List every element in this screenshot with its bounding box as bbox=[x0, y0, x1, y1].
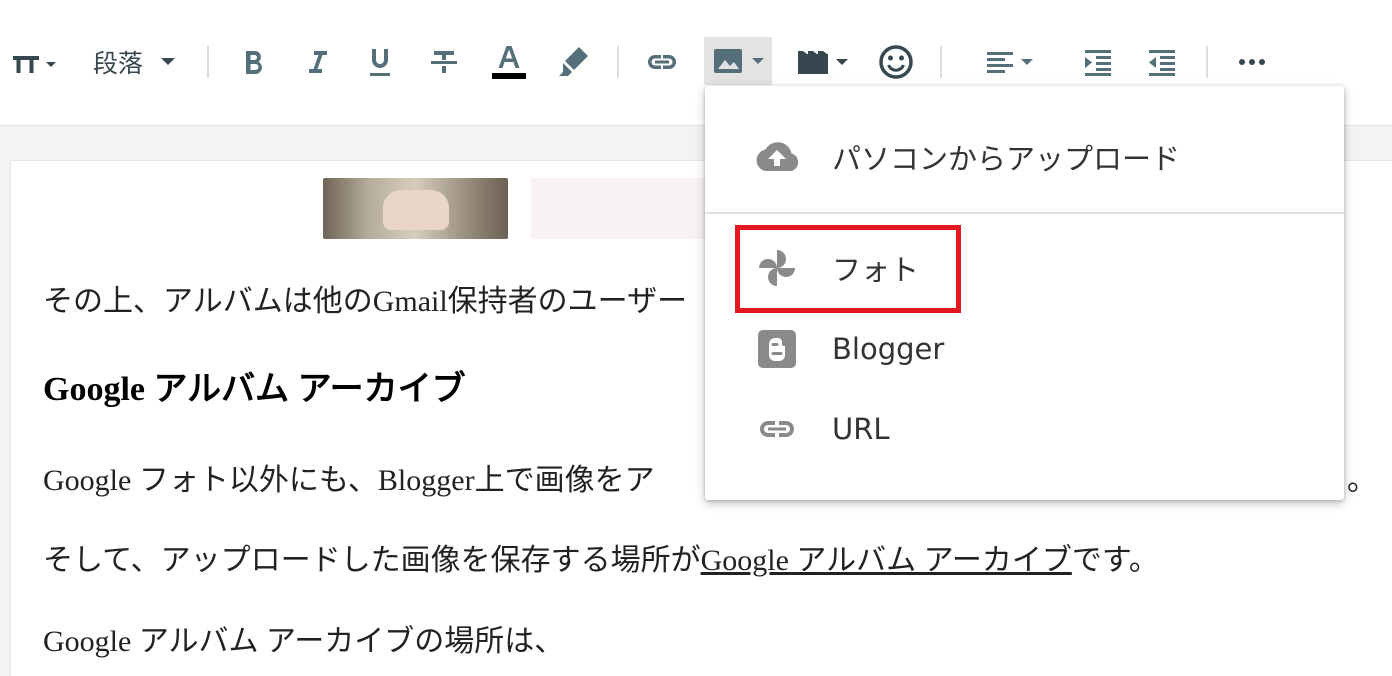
indent-button[interactable] bbox=[1076, 36, 1120, 88]
font-size-button[interactable] bbox=[6, 36, 62, 88]
outdent-button[interactable] bbox=[1140, 36, 1184, 88]
menu-item-label: パソコンからアップロード bbox=[832, 142, 1181, 176]
italic-button[interactable] bbox=[296, 36, 340, 88]
bold-button[interactable] bbox=[232, 36, 276, 88]
align-left-icon bbox=[987, 52, 1013, 73]
insert-image-button[interactable] bbox=[704, 37, 772, 85]
emoji-button[interactable] bbox=[874, 36, 918, 88]
highlight-icon bbox=[559, 47, 588, 76]
insert-video-button[interactable] bbox=[792, 36, 852, 88]
chevron-down-icon bbox=[836, 59, 848, 65]
paragraph: Google アルバム アーカイブの場所は、 bbox=[43, 625, 565, 658]
italic-icon bbox=[309, 51, 327, 73]
paragraph-text: です。 bbox=[1071, 544, 1159, 577]
post-image[interactable] bbox=[323, 178, 508, 239]
font-size-icon bbox=[13, 56, 56, 73]
menu-item-label: URL bbox=[832, 412, 890, 446]
underline-button[interactable] bbox=[358, 36, 402, 88]
alignment-dropdown[interactable] bbox=[976, 36, 1042, 88]
toolbar-divider bbox=[207, 46, 209, 78]
bold-icon bbox=[246, 51, 262, 75]
blogger-icon bbox=[753, 325, 801, 373]
link-icon bbox=[753, 405, 801, 453]
outdent-icon bbox=[1149, 50, 1175, 76]
menu-item-url[interactable]: URL bbox=[705, 394, 1344, 464]
menu-item-blogger[interactable]: Blogger bbox=[705, 314, 1344, 384]
link-button[interactable] bbox=[638, 36, 686, 88]
paragraph-format-dropdown[interactable]: 段落 bbox=[84, 36, 188, 88]
paragraph: その上、アルバムは他のGmail保持者のユーザー bbox=[43, 285, 688, 318]
toolbar-divider bbox=[617, 46, 619, 78]
chevron-down-icon bbox=[1021, 59, 1033, 65]
paragraph-text: そして、アップロードした画像を保存する場所が bbox=[43, 544, 701, 577]
emoji-icon bbox=[879, 45, 913, 79]
chevron-down-icon bbox=[161, 58, 175, 65]
strikethrough-icon bbox=[431, 51, 457, 73]
highlight-annotation-box bbox=[735, 225, 961, 313]
menu-divider bbox=[705, 212, 1344, 214]
cloud-upload-icon bbox=[753, 133, 801, 181]
strikethrough-button[interactable] bbox=[422, 36, 466, 88]
more-options-button[interactable] bbox=[1230, 36, 1274, 88]
paragraph: そして、アップロードした画像を保存する場所がGoogle アルバム アーカイブで… bbox=[43, 535, 1159, 579]
image-icon bbox=[714, 49, 742, 73]
highlight-button[interactable] bbox=[550, 36, 596, 88]
album-archive-link[interactable]: Google アルバム アーカイブ bbox=[701, 544, 1072, 577]
paragraph: Google フォト以外にも、Blogger上で画像をア bbox=[43, 464, 655, 497]
menu-item-label: Blogger bbox=[832, 332, 945, 366]
menu-item-upload-from-computer[interactable]: パソコンからアップロード bbox=[705, 122, 1344, 192]
toolbar-divider bbox=[1206, 46, 1208, 78]
paragraph-format-label: 段落 bbox=[92, 49, 143, 78]
underline-icon bbox=[370, 49, 390, 76]
text-color-button[interactable] bbox=[486, 36, 532, 88]
chevron-down-icon bbox=[752, 58, 764, 64]
more-icon bbox=[1239, 59, 1265, 65]
paragraph-tail: 。 bbox=[1347, 464, 1377, 497]
toolbar-divider bbox=[940, 46, 942, 78]
indent-icon bbox=[1085, 50, 1111, 76]
section-heading: Google アルバム アーカイブ bbox=[43, 371, 466, 408]
text-color-icon bbox=[492, 46, 526, 79]
post-image[interactable] bbox=[531, 178, 721, 239]
video-icon bbox=[798, 51, 828, 74]
link-icon bbox=[648, 55, 676, 69]
